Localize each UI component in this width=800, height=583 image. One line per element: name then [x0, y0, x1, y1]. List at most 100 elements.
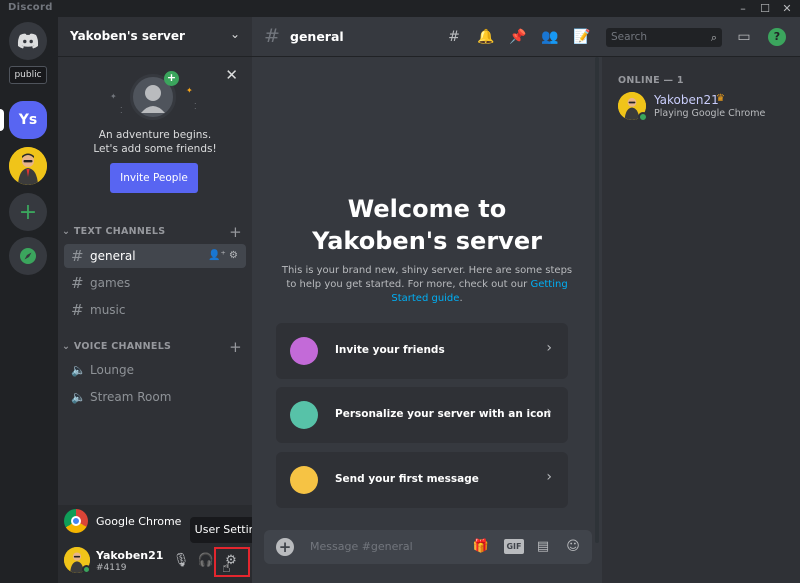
invite-line-2: Let's add some friends! — [93, 143, 217, 155]
invite-people-button[interactable]: Invite People — [110, 163, 198, 193]
user-tag: #4119 — [96, 563, 127, 573]
close-window-button[interactable]: ✕ — [776, 0, 798, 17]
action-label: Personalize your server with an icon — [335, 408, 551, 420]
hash-icon: # — [71, 274, 84, 292]
channel-label: Lounge — [90, 363, 135, 377]
hash-icon: # — [264, 25, 280, 47]
text-channels-category[interactable]: ⌄ TEXT CHANNELS + — [62, 223, 248, 242]
voice-channels-label: VOICE CHANNELS — [73, 341, 172, 352]
online-status-icon — [82, 565, 91, 574]
action-label: Invite your friends — [335, 344, 445, 356]
add-server-icon[interactable]: + — [9, 193, 47, 231]
first-message-action[interactable]: Send your first message › — [276, 452, 568, 508]
voice-channel-stream-room[interactable]: 🔈 Stream Room — [64, 385, 246, 409]
channel-tools: 👤⁺ ⚙ — [208, 244, 238, 268]
member-list: ONLINE — 1 Yakoben21 ♛ Playing Google Ch… — [602, 57, 800, 583]
person-avatar-icon — [9, 147, 47, 185]
maximize-button[interactable]: ☐ — [754, 0, 776, 17]
headphones-icon[interactable]: 🎧 — [197, 552, 215, 570]
voice-channel-lounge[interactable]: 🔈 Lounge — [64, 358, 246, 382]
channel-music[interactable]: # music — [64, 298, 246, 322]
settings-highlight-box — [214, 547, 250, 577]
emoji-icon[interactable]: ☺ — [564, 538, 582, 556]
action-label: Send your first message — [335, 473, 479, 485]
add-channel-icon[interactable]: + — [229, 223, 242, 241]
friend-illustration-icon: + — [130, 71, 179, 120]
sparkle-icon: ⁚ — [194, 102, 197, 111]
member-name[interactable]: Yakoben21 — [654, 93, 719, 107]
sticker-icon[interactable]: ▤ — [534, 538, 552, 556]
search-placeholder: Search — [611, 31, 648, 43]
bell-icon[interactable]: 🔔 — [476, 27, 496, 47]
title-bar: Discord – ☐ ✕ — [0, 0, 800, 17]
user-panel: Yakoben21 #4119 🎙 🎧 ⚙ ☝ — [58, 539, 252, 583]
member-activity: Playing Google Chrome — [654, 108, 765, 119]
search-input[interactable]: Search ⌕ — [606, 28, 722, 47]
gif-button[interactable]: GIF — [504, 539, 524, 554]
sparkle-icon: ⁚ — [120, 106, 123, 115]
explore-compass-icon[interactable] — [9, 237, 47, 275]
home-button[interactable] — [9, 22, 47, 60]
server-icon-avatar[interactable] — [9, 147, 47, 185]
server-header[interactable]: Yakoben's server ⌄ — [58, 17, 252, 57]
invite-line-1: An adventure begins. — [98, 129, 212, 141]
minimize-button[interactable]: – — [732, 0, 754, 17]
welcome-title-line-2: Yakoben's server — [312, 227, 542, 255]
channel-label: games — [90, 276, 131, 290]
channel-label: Stream Room — [90, 390, 172, 404]
microphone-icon[interactable]: 🎙 — [172, 552, 190, 570]
inbox-icon[interactable]: ▭ — [734, 27, 754, 47]
welcome-desc-text: This is your brand new, shiny server. He… — [281, 265, 573, 290]
active-server-pill — [0, 109, 4, 131]
channel-header: # general # 🔔 📌 👥 📝 Search ⌕ ▭ ? — [252, 17, 800, 57]
scrollbar[interactable] — [595, 57, 599, 543]
invite-friends-action[interactable]: Invite your friends › — [276, 323, 568, 379]
hash-icon: # — [71, 301, 84, 319]
activity-label: Google Chrome — [96, 515, 182, 528]
member-activity-prefix: Playing — [654, 108, 689, 119]
message-input[interactable]: Message #general — [310, 540, 413, 553]
chevron-down-icon: ⌄ — [229, 27, 240, 41]
sparkle-icon: ✦ — [186, 86, 193, 95]
category-chevron-icon: ⌄ — [62, 226, 74, 237]
hand-cursor-icon: ☝ — [222, 560, 231, 576]
notes-icon[interactable]: 📝 — [572, 27, 592, 47]
members-icon[interactable]: 👥 — [540, 27, 560, 47]
gift-icon[interactable]: 🎁 — [472, 538, 490, 556]
channel-general[interactable]: # general 👤⁺ ⚙ — [64, 244, 246, 268]
sparkle-icon: ✦ — [110, 92, 117, 101]
personalize-icon-action[interactable]: Personalize your server with an icon › — [276, 387, 568, 443]
add-attachment-icon[interactable]: + — [276, 538, 294, 556]
gear-icon[interactable]: ⚙ — [229, 250, 238, 261]
add-channel-icon[interactable]: + — [229, 338, 242, 356]
chat-bubble-icon — [290, 466, 318, 494]
channel-sidebar: Yakoben's server ⌄ ✕ ✦ ⁚ ✦ ⁚ + An advent… — [58, 17, 252, 583]
close-icon[interactable]: ✕ — [225, 66, 238, 84]
voice-channels-category[interactable]: ⌄ VOICE CHANNELS + — [62, 338, 248, 357]
paintbrush-icon — [290, 401, 318, 429]
category-chevron-icon: ⌄ — [62, 341, 74, 352]
help-icon[interactable]: ? — [768, 28, 786, 46]
member-activity-name: Google Chrome — [691, 108, 766, 119]
channel-games[interactable]: # games — [64, 271, 246, 295]
speaker-icon: 🔈 — [71, 363, 86, 377]
channel-title: general — [290, 29, 344, 44]
welcome-title-line-1: Welcome to — [347, 195, 507, 223]
speaker-icon: 🔈 — [71, 390, 86, 404]
online-header: ONLINE — 1 — [618, 75, 684, 86]
invite-member-icon[interactable]: 👤⁺ — [208, 250, 226, 261]
chat-area: # general # 🔔 📌 👥 📝 Search ⌕ ▭ ? Welcome… — [252, 17, 800, 583]
invite-message: An adventure begins. Let's add some frie… — [58, 128, 252, 156]
welcome-title: Welcome to Yakoben's server — [252, 193, 602, 257]
message-composer[interactable]: + Message #general 🎁 GIF ▤ ☺ — [264, 530, 592, 564]
server-icon-yakobens-server[interactable]: Ys — [9, 101, 47, 139]
server-name: Yakoben's server — [70, 29, 185, 43]
discord-logo-icon — [17, 33, 39, 49]
threads-icon[interactable]: # — [444, 27, 464, 47]
online-status-icon — [638, 112, 648, 122]
invite-friends-icon — [290, 337, 318, 365]
pin-icon[interactable]: 📌 — [508, 27, 528, 47]
app-brand: Discord — [8, 2, 53, 13]
channel-label: music — [90, 303, 126, 317]
public-tooltip: public — [9, 66, 47, 84]
